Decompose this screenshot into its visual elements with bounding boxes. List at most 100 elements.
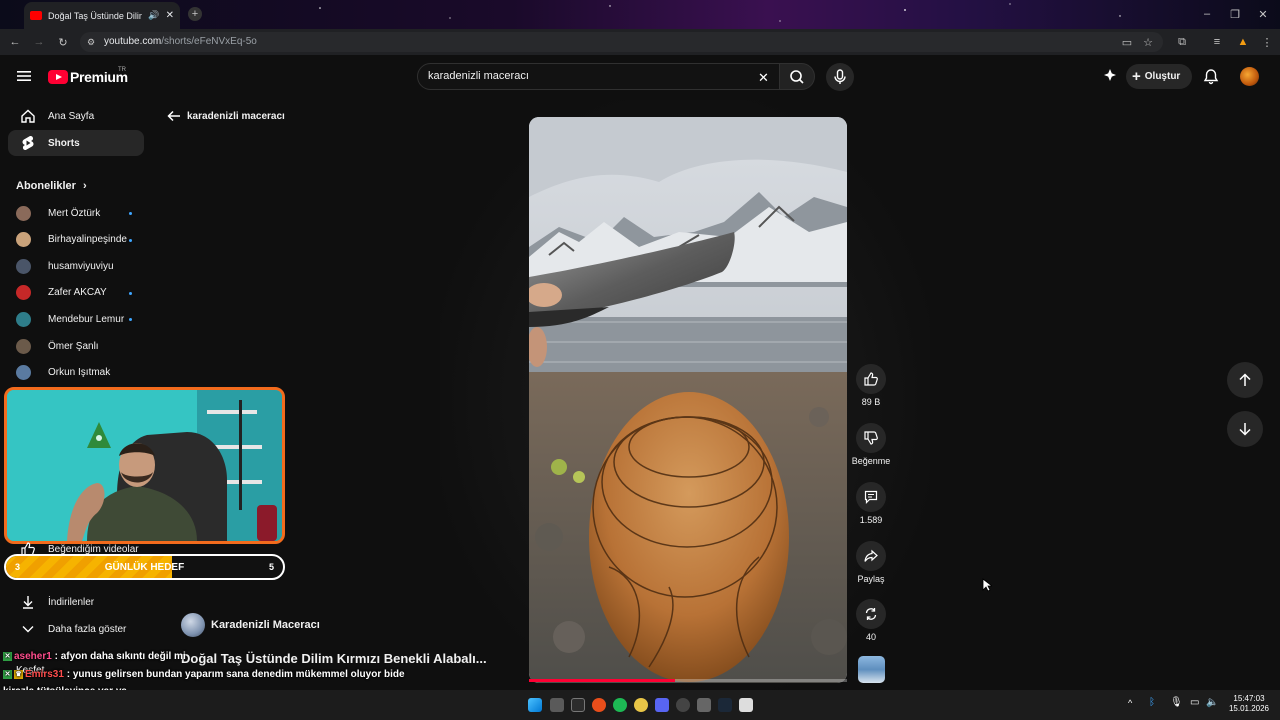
display-icon[interactable]: ▭ [1190,697,1199,708]
next-short-button[interactable] [1227,411,1263,447]
sidebar-subscription-item[interactable]: Ömer Şanlı [16,336,136,356]
extensions-icon[interactable]: ⧉ [1175,35,1189,49]
channel-avatar [16,258,31,274]
dislike-button[interactable]: Beğenme [849,423,893,466]
sidebar-item-downloads[interactable]: İndirilenler [8,589,144,615]
account-avatar[interactable] [1240,67,1259,86]
create-button[interactable]: + Oluştur [1126,64,1192,89]
bluetooth-icon[interactable]: ᛒ [1149,697,1155,708]
comments-button[interactable]: 1.589 [851,482,891,525]
restore-window-icon[interactable]: ❐ [1228,7,1242,21]
obs-icon[interactable] [676,698,690,712]
tab-title: Doğal Taş Üstünde Dilim Kırmızı Benekli … [48,10,142,21]
voice-search-button[interactable] [826,63,854,91]
close-window-icon[interactable]: ✕ [1256,7,1270,21]
new-tab-plus-icon[interactable]: + [188,7,202,21]
subscriptions-heading[interactable]: Abonelikler › [16,180,87,192]
channel-info[interactable]: Karadenizli Maceracı [181,613,320,637]
youtube-favicon-icon [30,11,42,20]
subscription-name: Mert Öztürk [48,207,101,219]
share-label: Paylaş [857,574,885,584]
bookmark-star-icon[interactable]: ☆ [1141,35,1155,49]
create-button-label: Oluştur [1144,71,1181,82]
new-content-dot [129,291,132,295]
logo-region: TR [118,67,126,73]
chat-badge-icon: ✕ [3,669,12,679]
channel-avatar [16,311,31,327]
reload-icon[interactable]: ↻ [56,35,70,49]
browser-menu-icon[interactable]: ⋮ [1260,35,1274,49]
back-arrow-icon [167,110,181,122]
hamburger-menu-icon[interactable] [17,70,31,82]
sidebar-subscription-item[interactable]: Orkun Işıtmak [16,363,136,383]
channel-name[interactable]: Karadenizli Maceracı [211,619,320,631]
previous-short-button[interactable] [1227,362,1263,398]
notifications-bell-icon[interactable] [1203,68,1219,85]
browser-tab[interactable]: Doğal Taş Üstünde Dilim Kırmızı Benekli … [24,2,180,29]
tab-close-icon[interactable]: ✕ [166,10,174,21]
remix-count: 40 [865,632,876,642]
thumbs-up-icon [856,364,886,394]
subscription-name: Mendebur Lemur [48,313,125,325]
start-menu-icon[interactable] [528,698,542,712]
steam-icon[interactable] [718,698,732,712]
chat-separator: : [63,669,73,680]
sidebar-subscription-item[interactable]: Mert Öztürk [16,203,136,223]
sidebar-subscription-item[interactable]: Birhayalinpeşinde [16,230,136,250]
tray-mic-icon[interactable]: 🎙 [1170,697,1183,708]
app-gray-icon[interactable] [697,698,711,712]
chrome-icon[interactable] [634,698,648,712]
sound-thumbnail[interactable] [858,656,885,683]
chat-text: afyon daha sıkıntı değil mi [60,651,186,662]
url-path: /shorts/eFeNVxEq-5o [161,36,257,47]
clock-date: 15.01.2026 [1228,704,1270,713]
back-to-search[interactable]: karadenizli maceracı [167,110,285,122]
tray-chevron-icon[interactable]: ^ [1128,698,1132,708]
youtube-logo-icon[interactable] [48,70,68,84]
sidebar-subscription-item[interactable]: husamviyuviyu [16,256,136,276]
create-sparkle-icon[interactable] [1102,68,1118,84]
remix-button[interactable]: 40 [851,599,891,642]
sidebar-item-home[interactable]: Ana Sayfa [8,103,144,129]
search-button[interactable] [779,63,815,90]
chat-message: ✕ aseher1 : afyon daha sıkıntı değil mi [3,651,186,662]
notes-icon[interactable] [739,698,753,712]
remix-icon [856,599,886,629]
sidebar-item-shorts[interactable]: Shorts [8,130,144,156]
site-info-icon[interactable]: ⚙ [84,35,98,49]
app-orange-icon[interactable] [592,698,606,712]
channel-avatar[interactable] [181,613,205,637]
forward-arrow-icon[interactable]: → [32,35,46,49]
goal-label: GÜNLÜK HEDEF [104,562,185,573]
sidebar-show-more[interactable]: Daha fazla göster [8,616,144,642]
url-text[interactable]: youtube.com/shorts/eFeNVxEq-5o [104,36,257,47]
shorts-icon [8,135,48,151]
search-taskbar-icon[interactable] [550,698,564,712]
minimize-window-icon[interactable]: – [1200,7,1214,21]
terminal-icon[interactable] [571,698,585,712]
spotify-icon[interactable] [613,698,627,712]
taskbar-clock[interactable]: 15:47:03 15.01.2026 [1224,694,1274,714]
video-title[interactable]: Doğal Taş Üstünde Dilim Kırmızı Benekli … [181,651,487,666]
media-controls-icon[interactable]: ≡ [1210,35,1224,49]
sidebar-subscription-item[interactable]: Mendebur Lemur [16,309,136,329]
streamer-webcam-overlay [4,387,285,544]
back-arrow-icon[interactable]: ← [8,35,22,49]
dislike-label: Beğenme [851,456,891,466]
profile-icon[interactable]: ▲ [1236,35,1250,49]
like-button[interactable]: 89 B [851,364,891,407]
chat-message: ✕ ♛ Emirs31 : yunus gelirsen bundan yaparı… [3,669,405,680]
comment-icon [856,482,886,512]
cast-icon[interactable]: ▭ [1120,35,1134,49]
goal-target: 5 [268,562,274,572]
volume-icon[interactable]: 🔈 [1206,697,1218,708]
video-progress-bar[interactable] [529,679,847,682]
tab-audio-icon[interactable]: 🔊 [148,10,159,21]
search-input-value[interactable]: karadenizli maceracı [428,70,529,82]
comment-count: 1.589 [859,515,883,525]
clear-search-icon[interactable]: ✕ [758,70,769,86]
sidebar-subscription-item[interactable]: Zafer AKCAY [16,283,136,303]
share-button[interactable]: Paylaş [851,541,891,584]
shorts-video-player[interactable] [529,117,847,683]
discord-icon[interactable] [655,698,669,712]
